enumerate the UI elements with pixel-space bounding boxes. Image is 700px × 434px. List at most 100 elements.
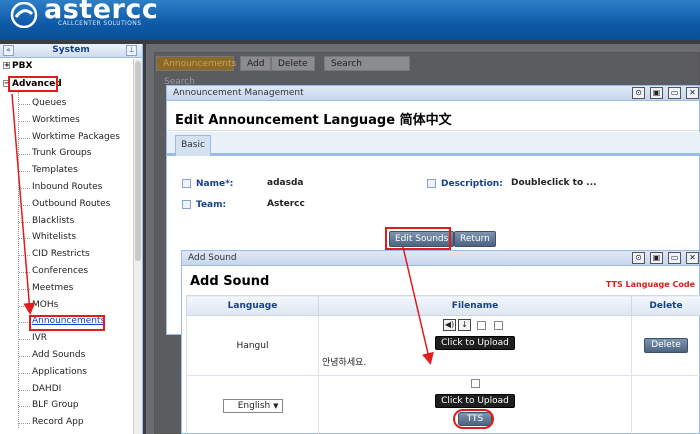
- filename-cell: Click to Upload TTS: [318, 375, 632, 434]
- sidebar-item-whitelists[interactable]: Whitelists: [32, 232, 76, 242]
- tree-connector: [19, 137, 30, 139]
- tree-connector: [19, 272, 30, 273]
- tree-connector: [19, 423, 30, 425]
- table-row: Hangul ◀) ↓ Click to Upload 안녕하세요. Delete: [186, 315, 700, 376]
- window-titlebar: Announcement Management ⊙ ▣ ▭ ✕: [167, 86, 699, 101]
- language-select-value: English: [237, 400, 271, 411]
- language-cell: Hangul: [186, 315, 319, 376]
- sidebar-item-queues[interactable]: Queues: [32, 98, 66, 108]
- return-button[interactable]: Return: [454, 231, 496, 247]
- sidebar-item-templates[interactable]: Templates: [32, 165, 78, 175]
- description-label: Description:: [441, 179, 503, 189]
- tree-connector: [19, 288, 30, 290]
- tree-guide-line: [18, 92, 19, 428]
- sidebar-item-trunk-groups[interactable]: Trunk Groups: [32, 148, 91, 158]
- highlight-box-edit-sounds: [385, 227, 451, 250]
- window-title: Announcement Management: [173, 88, 304, 98]
- tree-item-pbx[interactable]: + PBX: [3, 61, 32, 71]
- delete-button[interactable]: Delete: [644, 338, 688, 353]
- sidebar-item-conferences[interactable]: Conferences: [32, 266, 88, 276]
- description-value[interactable]: Doubleclick to ...: [511, 178, 597, 188]
- expand-icon[interactable]: +: [3, 62, 10, 69]
- sidebar-item-add-sounds[interactable]: Add Sounds: [32, 350, 85, 360]
- sidebar-item-inbound-routes[interactable]: Inbound Routes: [32, 182, 102, 192]
- checkbox[interactable]: [470, 379, 480, 388]
- delete-button[interactable]: Delete: [271, 56, 315, 71]
- scrollbar-thumb[interactable]: [135, 61, 141, 261]
- download-icon[interactable]: ↓: [458, 319, 471, 331]
- sidebar-item-ivr[interactable]: IVR: [32, 333, 47, 343]
- window-titlebar: Add Sound ⊙ ▣ ▭ ✕: [182, 251, 699, 266]
- sidebar: « System ⊥ + PBX − Advanced Queues Worktime…: [0, 44, 143, 434]
- sidebar-item-mohs[interactable]: MOHs: [32, 300, 58, 310]
- sidebar-item-blacklists[interactable]: Blacklists: [32, 216, 74, 226]
- search-input[interactable]: Search: [331, 59, 362, 69]
- tree-connector: [19, 221, 30, 223]
- tree-connector: [19, 120, 30, 122]
- pin-icon[interactable]: ⊥: [126, 45, 137, 56]
- highlight-box-advanced: [8, 76, 58, 92]
- window-title: Add Sound: [188, 253, 237, 263]
- sidebar-item-meetmes[interactable]: Meetmes: [32, 283, 73, 293]
- sidebar-item-outbound-routes[interactable]: Outbound Routes: [32, 199, 110, 209]
- filename-cell: ◀) ↓ Click to Upload 안녕하세요.: [318, 315, 632, 376]
- refresh-icon[interactable]: ⊙: [632, 252, 645, 264]
- click-to-upload-button[interactable]: Click to Upload: [435, 336, 515, 350]
- tree-connector: [19, 372, 30, 374]
- team-label: Team:: [196, 200, 227, 210]
- click-to-upload-button[interactable]: Click to Upload: [435, 394, 515, 408]
- name-value[interactable]: adasda: [267, 178, 303, 188]
- logo-tagline: CALLCENTER SOLUTIONS: [58, 20, 142, 27]
- sidebar-item-applications[interactable]: Applications: [32, 367, 87, 377]
- play-icon[interactable]: ◀): [443, 319, 456, 331]
- sidebar-item-cid-restricts[interactable]: CID Restricts: [32, 249, 90, 259]
- search-dropdown[interactable]: Search: [324, 56, 410, 71]
- column-header-delete: Delete: [631, 295, 700, 316]
- checkbox[interactable]: [477, 320, 486, 330]
- tree-connector: [19, 188, 30, 189]
- tab-announcements[interactable]: Announcements: [156, 56, 236, 71]
- sidebar-title: System: [52, 45, 90, 55]
- tab-basic[interactable]: Basic: [175, 135, 211, 156]
- sidebar-item-record-app[interactable]: Record App: [32, 417, 84, 427]
- column-header-language: Language: [186, 295, 319, 316]
- tree-connector: [19, 305, 30, 307]
- tree-item-label: PBX: [12, 61, 33, 71]
- close-icon[interactable]: ✕: [686, 252, 699, 264]
- team-value[interactable]: Astercc: [267, 199, 305, 209]
- close-icon[interactable]: ✕: [686, 87, 699, 99]
- sidebar-item-worktimes[interactable]: Worktimes: [32, 115, 80, 125]
- language-select[interactable]: English ▼: [222, 398, 283, 413]
- table-row: English ▼ Click to Upload TTS: [186, 375, 700, 434]
- tts-language-code-link[interactable]: TTS Language Code: [606, 280, 695, 289]
- delete-cell: Delete: [631, 315, 700, 376]
- add-sound-window: Add Sound ⊙ ▣ ▭ ✕ Add Sound TTS Language…: [181, 250, 700, 434]
- sidebar-scrollbar[interactable]: [133, 59, 142, 434]
- tree-connector: [19, 406, 30, 408]
- maximize-icon[interactable]: ▣: [650, 87, 663, 99]
- restore-icon[interactable]: ▭: [668, 252, 681, 264]
- highlight-box-announcements: [29, 315, 105, 331]
- column-header-filename: Filename: [318, 295, 632, 316]
- delete-cell: [631, 375, 700, 434]
- name-label: Name*:: [196, 179, 234, 189]
- maximize-icon[interactable]: ▣: [650, 252, 663, 264]
- add-button[interactable]: Add: [240, 56, 272, 71]
- sidebar-item-worktime-packages[interactable]: Worktime Packages: [32, 132, 120, 142]
- tab-strip: Basic: [167, 132, 700, 156]
- highlight-box-tts: [452, 409, 494, 429]
- table-header-row: Language Filename Delete: [186, 295, 700, 316]
- tree-connector: [19, 356, 30, 357]
- tree-connector: [19, 389, 30, 391]
- tree-connector: [19, 154, 30, 156]
- tree-connector: [19, 238, 30, 240]
- tree-connector: [19, 255, 30, 257]
- checkbox[interactable]: [494, 320, 503, 330]
- sidebar-item-blf-group[interactable]: BLF Group: [32, 400, 79, 410]
- sound-table: Language Filename Delete Hangul ◀) ↓ Clic…: [186, 295, 700, 434]
- tts-text: 안녕하세요.: [322, 358, 367, 368]
- refresh-icon[interactable]: ⊙: [632, 87, 645, 99]
- sidebar-item-dahdi[interactable]: DAHDI: [32, 384, 61, 394]
- restore-icon[interactable]: ▭: [668, 87, 681, 99]
- page-title: Edit Announcement Language 简体中文: [167, 101, 699, 131]
